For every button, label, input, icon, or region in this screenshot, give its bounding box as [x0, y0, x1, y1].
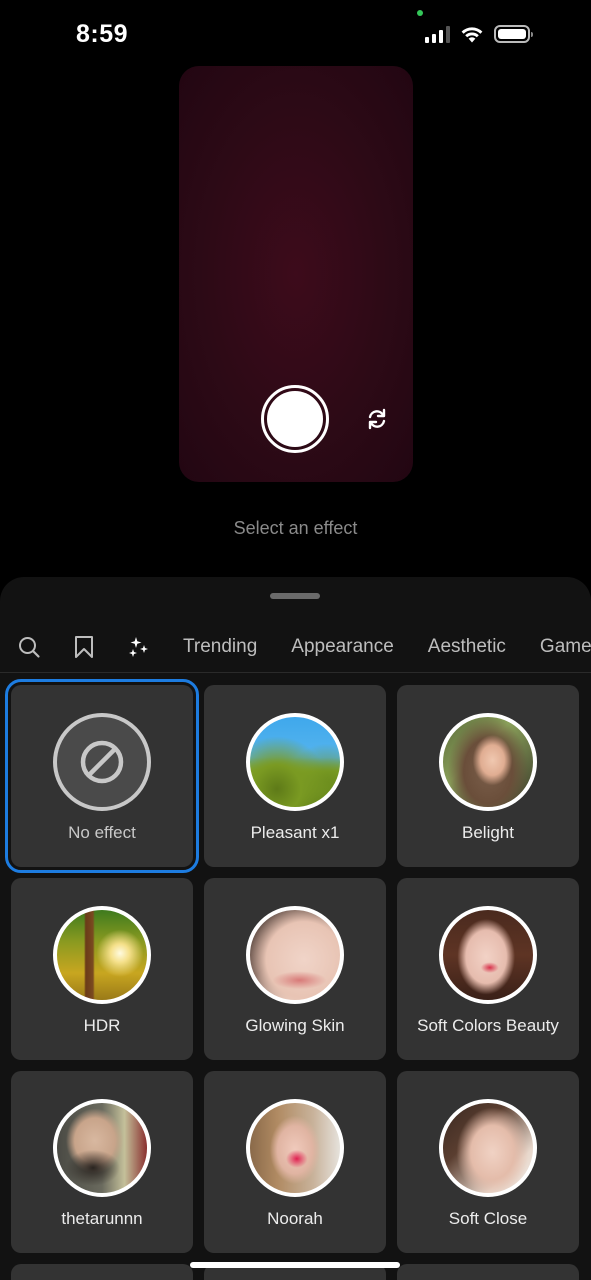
- effect-card-belight[interactable]: Belight: [397, 685, 579, 867]
- effect-card-soft-close[interactable]: Soft Close: [397, 1071, 579, 1253]
- tab-aesthetic[interactable]: Aesthetic: [428, 636, 506, 658]
- effect-label: Soft Colors Beauty: [417, 1016, 559, 1035]
- no-effect-icon: [80, 740, 124, 784]
- tab-games[interactable]: Games: [540, 636, 591, 658]
- camera-effects-screen: 8:59 Select an effect Trending Appearanc…: [0, 0, 591, 1280]
- tab-for-you[interactable]: [111, 621, 166, 672]
- effect-thumbnail-portrait-girl-braces: [246, 906, 344, 1004]
- bookmark-icon: [74, 635, 93, 658]
- effect-thumbnail-portrait-woman-smiling: [439, 713, 537, 811]
- effect-label: Soft Close: [448, 1209, 528, 1228]
- effect-card-peek[interactable]: [11, 1264, 193, 1280]
- flip-camera-icon[interactable]: [365, 407, 389, 431]
- sparkles-icon: [128, 636, 148, 657]
- tab-trending[interactable]: Trending: [183, 636, 257, 658]
- effect-label: No effect: [68, 823, 136, 842]
- tab-saved[interactable]: [56, 621, 111, 672]
- shutter-button[interactable]: [261, 385, 329, 453]
- status-time: 8:59: [76, 20, 129, 48]
- effect-thumbnail-portrait-woman-close: [439, 1099, 537, 1197]
- cellular-signal-icon: [425, 25, 450, 43]
- effect-label: thetarunnn: [61, 1209, 143, 1228]
- effect-card-thetarunnn[interactable]: thetarunnn: [11, 1071, 193, 1253]
- no-effect-thumbnail: [53, 713, 151, 811]
- effect-thumbnail-portrait-man-beard: [53, 1099, 151, 1197]
- home-indicator[interactable]: [190, 1262, 400, 1268]
- battery-icon: [494, 25, 533, 43]
- effect-card-pleasant-x1[interactable]: Pleasant x1: [204, 685, 386, 867]
- wifi-icon: [461, 27, 483, 43]
- effects-grid: No effect Pleasant x1 Belight HDR Glowin…: [5, 679, 581, 1253]
- effect-label: Belight: [462, 823, 514, 842]
- effect-thumbnail-forest-sunlight: [53, 906, 151, 1004]
- privacy-indicator-dot: [417, 10, 423, 16]
- effects-sheet: Trending Appearance Aesthetic Games No e…: [0, 577, 591, 1280]
- effect-label: Pleasant x1: [250, 823, 340, 842]
- effect-category-tabs: Trending Appearance Aesthetic Games: [0, 621, 591, 673]
- effect-label: Noorah: [267, 1209, 323, 1228]
- search-icon: [18, 636, 40, 658]
- effect-label: HDR: [83, 1016, 121, 1035]
- effect-thumbnail-sky-trees: [246, 713, 344, 811]
- camera-preview[interactable]: [179, 66, 413, 482]
- effect-card-hdr[interactable]: HDR: [11, 878, 193, 1060]
- effect-card-noorah[interactable]: Noorah: [204, 1071, 386, 1253]
- effect-card-no-effect[interactable]: No effect: [5, 679, 199, 873]
- effect-card-glowing-skin[interactable]: Glowing Skin: [204, 878, 386, 1060]
- tab-appearance[interactable]: Appearance: [291, 636, 393, 658]
- effect-thumbnail-portrait-curly-hair: [439, 906, 537, 1004]
- effect-thumbnail-portrait-woman-lips: [246, 1099, 344, 1197]
- effect-card-soft-colors-beauty[interactable]: Soft Colors Beauty: [397, 878, 579, 1060]
- effect-card-peek[interactable]: [397, 1264, 579, 1280]
- tab-search[interactable]: [1, 621, 56, 672]
- effect-label: Glowing Skin: [245, 1016, 345, 1035]
- status-icons: [425, 25, 533, 43]
- sheet-grabber-handle[interactable]: [270, 593, 320, 599]
- select-effect-hint: Select an effect: [233, 518, 358, 538]
